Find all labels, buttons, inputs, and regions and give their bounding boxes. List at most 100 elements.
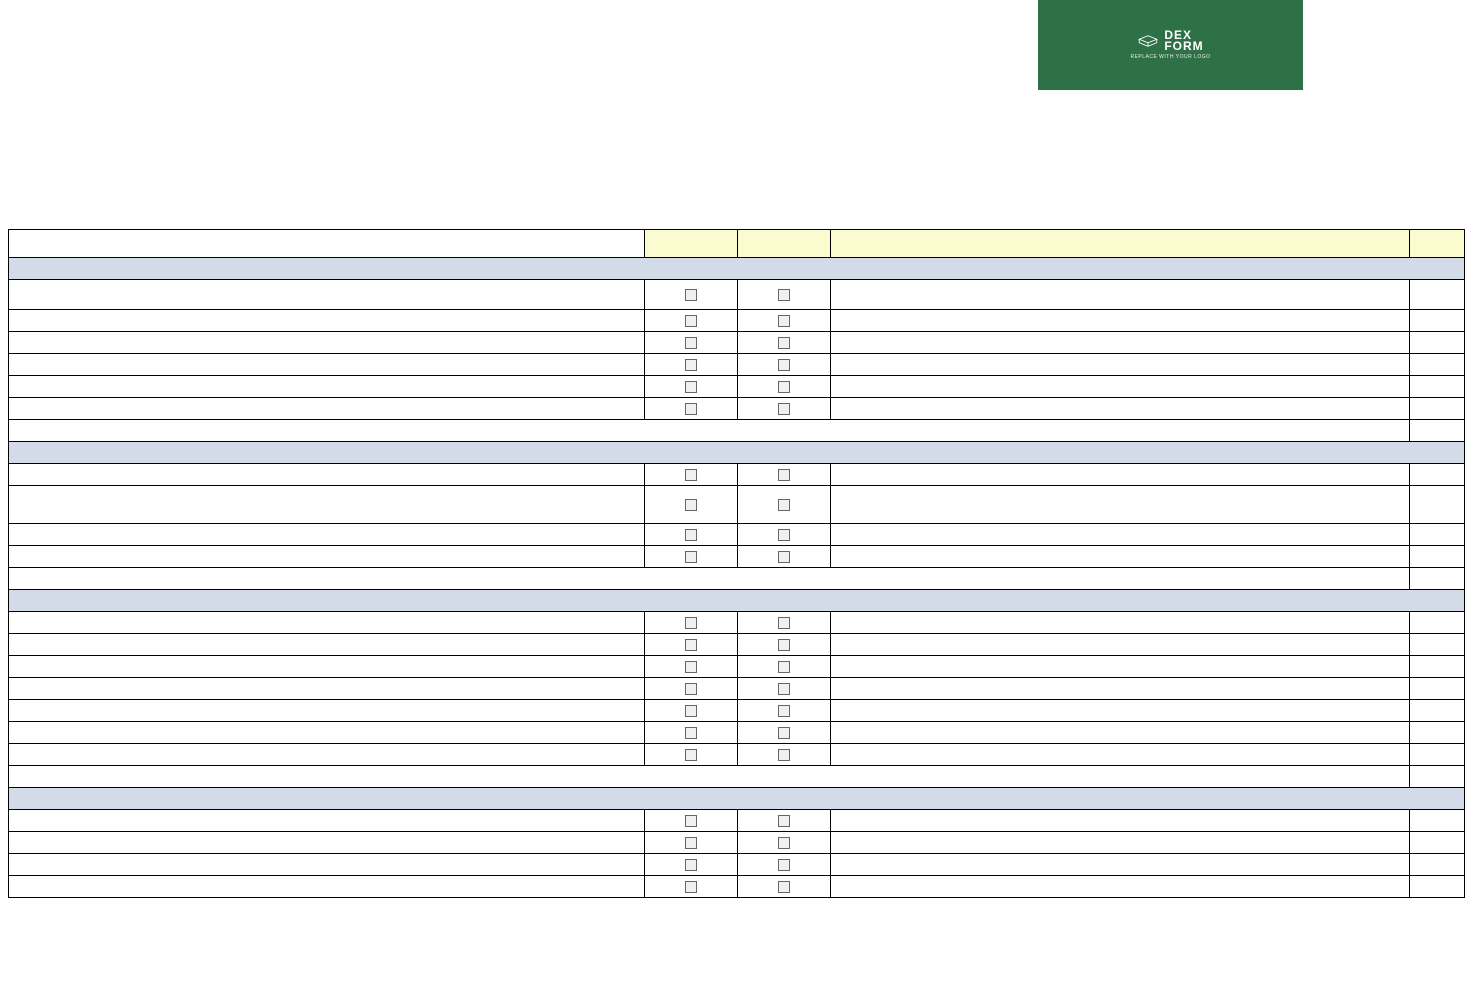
header-comments xyxy=(830,230,1409,258)
comments-cell[interactable] xyxy=(830,612,1409,634)
checkbox-no[interactable] xyxy=(778,499,790,511)
comments-cell[interactable] xyxy=(830,656,1409,678)
checkbox-yes[interactable] xyxy=(685,359,697,371)
checkbox-yes[interactable] xyxy=(685,727,697,739)
checkbox-yes[interactable] xyxy=(685,683,697,695)
checkbox-no[interactable] xyxy=(778,381,790,393)
checkbox-no[interactable] xyxy=(778,837,790,849)
checkbox-no[interactable] xyxy=(778,749,790,761)
checkbox-no[interactable] xyxy=(778,469,790,481)
init-cell[interactable] xyxy=(1409,722,1464,744)
init-cell[interactable] xyxy=(1409,832,1464,854)
init-cell[interactable] xyxy=(1409,612,1464,634)
no-cell xyxy=(738,612,831,634)
init-cell[interactable] xyxy=(1409,280,1464,310)
comments-cell[interactable] xyxy=(830,354,1409,376)
table-row xyxy=(9,678,1465,700)
comments-cell[interactable] xyxy=(830,700,1409,722)
init-cell[interactable] xyxy=(1409,876,1464,898)
checkbox-no[interactable] xyxy=(778,815,790,827)
comments-cell[interactable] xyxy=(830,854,1409,876)
checkbox-yes[interactable] xyxy=(685,337,697,349)
checkbox-yes[interactable] xyxy=(685,315,697,327)
checkbox-yes[interactable] xyxy=(685,705,697,717)
checkbox-yes[interactable] xyxy=(685,289,697,301)
no-cell xyxy=(738,656,831,678)
init-cell[interactable] xyxy=(1409,310,1464,332)
checkbox-no[interactable] xyxy=(778,683,790,695)
init-cell[interactable] xyxy=(1409,744,1464,766)
comments-cell[interactable] xyxy=(830,332,1409,354)
comments-cell[interactable] xyxy=(830,634,1409,656)
checkbox-yes[interactable] xyxy=(685,881,697,893)
checkbox-no[interactable] xyxy=(778,403,790,415)
checkbox-yes[interactable] xyxy=(685,749,697,761)
logo-text: DEX FORM xyxy=(1164,30,1203,52)
comments-cell[interactable] xyxy=(830,486,1409,524)
checkbox-yes[interactable] xyxy=(685,403,697,415)
comments-cell[interactable] xyxy=(830,810,1409,832)
comments-cell[interactable] xyxy=(830,464,1409,486)
checkbox-no[interactable] xyxy=(778,289,790,301)
comments-cell[interactable] xyxy=(830,376,1409,398)
init-cell[interactable] xyxy=(1409,486,1464,524)
init-cell[interactable] xyxy=(1409,332,1464,354)
init-cell[interactable] xyxy=(1409,656,1464,678)
checkbox-no[interactable] xyxy=(778,617,790,629)
table-row xyxy=(9,810,1465,832)
init-cell[interactable] xyxy=(1409,354,1464,376)
checkbox-no[interactable] xyxy=(778,859,790,871)
section-header xyxy=(9,788,1465,810)
checkbox-no[interactable] xyxy=(778,529,790,541)
comments-cell[interactable] xyxy=(830,722,1409,744)
comments-cell[interactable] xyxy=(830,310,1409,332)
checkbox-yes[interactable] xyxy=(685,499,697,511)
checkbox-yes[interactable] xyxy=(685,859,697,871)
no-cell xyxy=(738,546,831,568)
yes-cell xyxy=(645,832,738,854)
checkbox-no[interactable] xyxy=(778,727,790,739)
comments-cell[interactable] xyxy=(830,398,1409,420)
comments-cell[interactable] xyxy=(830,546,1409,568)
checkbox-no[interactable] xyxy=(778,705,790,717)
section-title xyxy=(9,442,1465,464)
checkbox-yes[interactable] xyxy=(685,381,697,393)
comments-cell[interactable] xyxy=(830,524,1409,546)
row-label xyxy=(9,810,645,832)
table-row xyxy=(9,398,1465,420)
init-cell[interactable] xyxy=(1409,810,1464,832)
checkbox-no[interactable] xyxy=(778,337,790,349)
checkbox-yes[interactable] xyxy=(685,529,697,541)
checkbox-yes[interactable] xyxy=(685,837,697,849)
init-cell[interactable] xyxy=(1409,524,1464,546)
checkbox-no[interactable] xyxy=(778,315,790,327)
yes-cell xyxy=(645,464,738,486)
checkbox-no[interactable] xyxy=(778,359,790,371)
init-cell[interactable] xyxy=(1409,376,1464,398)
comments-cell[interactable] xyxy=(830,832,1409,854)
init-cell[interactable] xyxy=(1409,546,1464,568)
checkbox-yes[interactable] xyxy=(685,639,697,651)
init-cell[interactable] xyxy=(1409,678,1464,700)
checkbox-yes[interactable] xyxy=(685,469,697,481)
row-label xyxy=(9,376,645,398)
init-cell[interactable] xyxy=(1409,398,1464,420)
checkbox-no[interactable] xyxy=(778,551,790,563)
comments-cell[interactable] xyxy=(830,744,1409,766)
init-cell[interactable] xyxy=(1409,700,1464,722)
checkbox-no[interactable] xyxy=(778,661,790,673)
row-label xyxy=(9,546,645,568)
init-cell[interactable] xyxy=(1409,634,1464,656)
checkbox-yes[interactable] xyxy=(685,617,697,629)
row-label xyxy=(9,700,645,722)
checkbox-yes[interactable] xyxy=(685,815,697,827)
checkbox-no[interactable] xyxy=(778,639,790,651)
checkbox-yes[interactable] xyxy=(685,551,697,563)
comments-cell[interactable] xyxy=(830,876,1409,898)
checkbox-no[interactable] xyxy=(778,881,790,893)
init-cell[interactable] xyxy=(1409,854,1464,876)
comments-cell[interactable] xyxy=(830,678,1409,700)
comments-cell[interactable] xyxy=(830,280,1409,310)
checkbox-yes[interactable] xyxy=(685,661,697,673)
init-cell[interactable] xyxy=(1409,464,1464,486)
